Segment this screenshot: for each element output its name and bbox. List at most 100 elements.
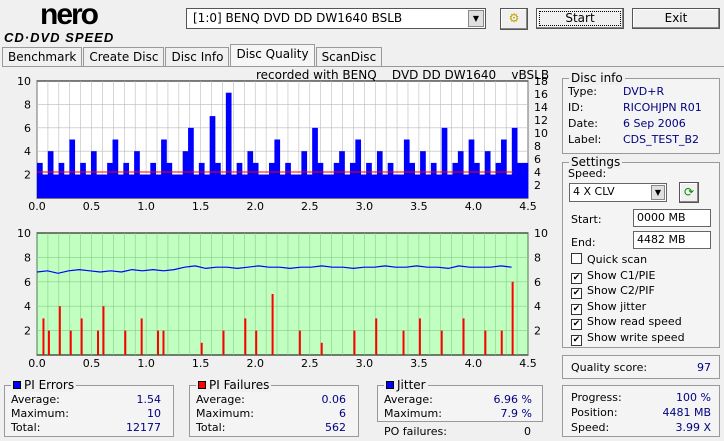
quality-score-box: Quality score: 97 — [562, 355, 720, 379]
end-label: End: — [571, 236, 596, 249]
position-label: Position: — [571, 406, 618, 419]
jitter-title: Jitter — [384, 378, 428, 392]
speed-value: 3.99 X — [675, 421, 711, 434]
red-square-icon — [198, 381, 206, 389]
y2-tick-label: 8 — [534, 251, 541, 264]
pi-failure-bar — [511, 281, 514, 355]
speed-label: Speed: — [571, 421, 610, 434]
x-tick-label: 3.5 — [410, 357, 428, 370]
x-tick-label: 4.0 — [465, 200, 483, 213]
option-show-c2-pif[interactable]: ✔ Show C2/PIF — [571, 284, 685, 300]
option-quick-scan[interactable]: Quick scan — [571, 253, 685, 269]
x-tick-label: 3.0 — [356, 200, 374, 213]
y2-tick-label: 2 — [534, 179, 541, 192]
speed-label: Speed: — [568, 167, 607, 180]
chevron-down-icon[interactable]: ▼ — [651, 185, 665, 200]
option-show-write-speed[interactable]: ✔ Show write speed — [571, 331, 685, 347]
checkbox[interactable]: ✔ — [571, 319, 582, 330]
y-tick-label: 6 — [24, 122, 31, 135]
y-tick-label: 2 — [24, 169, 31, 182]
checkbox[interactable]: ✔ — [571, 303, 582, 315]
jitter-max: 7.9 % — [500, 407, 532, 420]
y2-tick-label: 12 — [534, 114, 548, 127]
y2-tick-label: 18 — [534, 75, 548, 88]
exit-button[interactable]: Exit — [632, 8, 720, 29]
po-failures-label: PO failures: — [384, 425, 447, 438]
avg-label: Average: — [384, 393, 433, 406]
progress-box: Progress: 100 % Position: 4481 MB Speed: 3.… — [562, 385, 720, 437]
x-tick-label: 1.5 — [192, 200, 210, 213]
x-tick-label: 0.0 — [28, 200, 46, 213]
pi-failure-bar — [462, 318, 465, 355]
x-tick-label: 1.0 — [137, 357, 155, 370]
x-tick-label: 2.5 — [301, 200, 319, 213]
po-failures-value: 0 — [524, 425, 531, 438]
jitter-group: Jitter Average: 6.96 % Maximum: 7.9 % — [377, 378, 543, 422]
pi-failure-bar — [484, 330, 487, 355]
pi-failure-bar — [271, 294, 274, 355]
y-tick-label: 4 — [24, 300, 31, 313]
type-value: DVD+R — [623, 85, 665, 98]
pi-failures-total: 562 — [325, 421, 346, 434]
x-tick-label: 0.5 — [83, 200, 101, 213]
pi-failure-bar — [102, 306, 105, 355]
end-input[interactable]: 4482 MB — [633, 231, 711, 249]
option-label: Show C2/PIF — [587, 284, 655, 297]
jitter-avg: 6.96 % — [493, 393, 532, 406]
option-label: Show read speed — [587, 315, 682, 328]
x-tick-label: 4.5 — [519, 200, 537, 213]
pi-failure-bar — [500, 330, 503, 355]
refresh-icon: ⟳ — [683, 185, 695, 199]
checkbox[interactable]: ✔ — [571, 288, 582, 299]
pi-failure-bar — [162, 330, 165, 355]
disc-info-group: Disc info Type: DVD+R ID: RICOHJPN R01 Dat… — [562, 71, 720, 154]
y2-tick-label: 6 — [534, 276, 541, 289]
pi-failure-bar — [200, 342, 203, 355]
y2-tick-label: 8 — [534, 140, 541, 153]
x-tick-label: 4.0 — [465, 357, 483, 370]
start-input[interactable]: 0000 MB — [633, 209, 711, 227]
y-tick-label: 4 — [24, 145, 31, 158]
max-label: Maximum: — [11, 407, 69, 420]
pi-failure-bar — [440, 330, 443, 355]
max-label: Maximum: — [196, 407, 254, 420]
option-show-jitter[interactable]: ✔ Show jitter — [571, 300, 685, 316]
jitter-title-text: Jitter — [397, 378, 426, 392]
speed-value: 4 X CLV — [573, 185, 615, 198]
pi-failure-bar — [69, 330, 72, 355]
pi-failure-bar — [157, 330, 160, 355]
refresh-speed-button[interactable]: ⟳ — [679, 182, 699, 203]
label-value: CDS_TEST_B2 — [623, 133, 700, 146]
pi-failure-bar — [353, 330, 356, 355]
x-tick-label: 3.5 — [410, 200, 428, 213]
y-tick-label: 6 — [24, 276, 31, 289]
pi-failures-avg: 0.06 — [321, 393, 347, 406]
id-label: ID: — [568, 101, 584, 114]
avg-label: Average: — [11, 393, 60, 406]
checkbox[interactable] — [571, 253, 582, 264]
option-show-c1-pie[interactable]: ✔ Show C1/PIE — [571, 269, 685, 285]
blue-square-icon — [13, 381, 21, 389]
speed-select[interactable]: 4 X CLV ▼ — [569, 183, 667, 202]
settings-group: Settings Speed: 4 X CLV ▼ ⟳ Start: 0000 M… — [562, 155, 720, 348]
date-label: Date: — [568, 117, 598, 130]
y2-tick-label: 6 — [534, 153, 541, 166]
option-label: Show write speed — [587, 330, 685, 344]
pi-failures-max: 6 — [339, 407, 346, 420]
checkbox[interactable]: ✔ — [571, 272, 582, 284]
options-list: Quick scan ✔ Show C1/PIE ✔ Show C2/PIF ✔ Show … — [571, 253, 685, 346]
option-label: Quick scan — [587, 253, 648, 266]
y2-tick-label: 10 — [534, 127, 548, 140]
pi-error-baseline-band — [37, 176, 528, 198]
pi-failure-bar — [80, 318, 83, 355]
position-value: 4481 MB — [662, 406, 711, 419]
y2-tick-label: 4 — [534, 300, 541, 313]
pi-errors-max: 10 — [147, 407, 161, 420]
y2-tick-label: 14 — [534, 101, 548, 114]
checkbox[interactable]: ✔ — [571, 334, 582, 346]
option-show-read-speed[interactable]: ✔ Show read speed — [571, 315, 685, 331]
x-tick-label: 2.5 — [301, 357, 319, 370]
option-label: Show jitter — [587, 299, 647, 313]
pi-failure-bar — [42, 318, 45, 355]
pi-failure-bar — [140, 318, 143, 355]
